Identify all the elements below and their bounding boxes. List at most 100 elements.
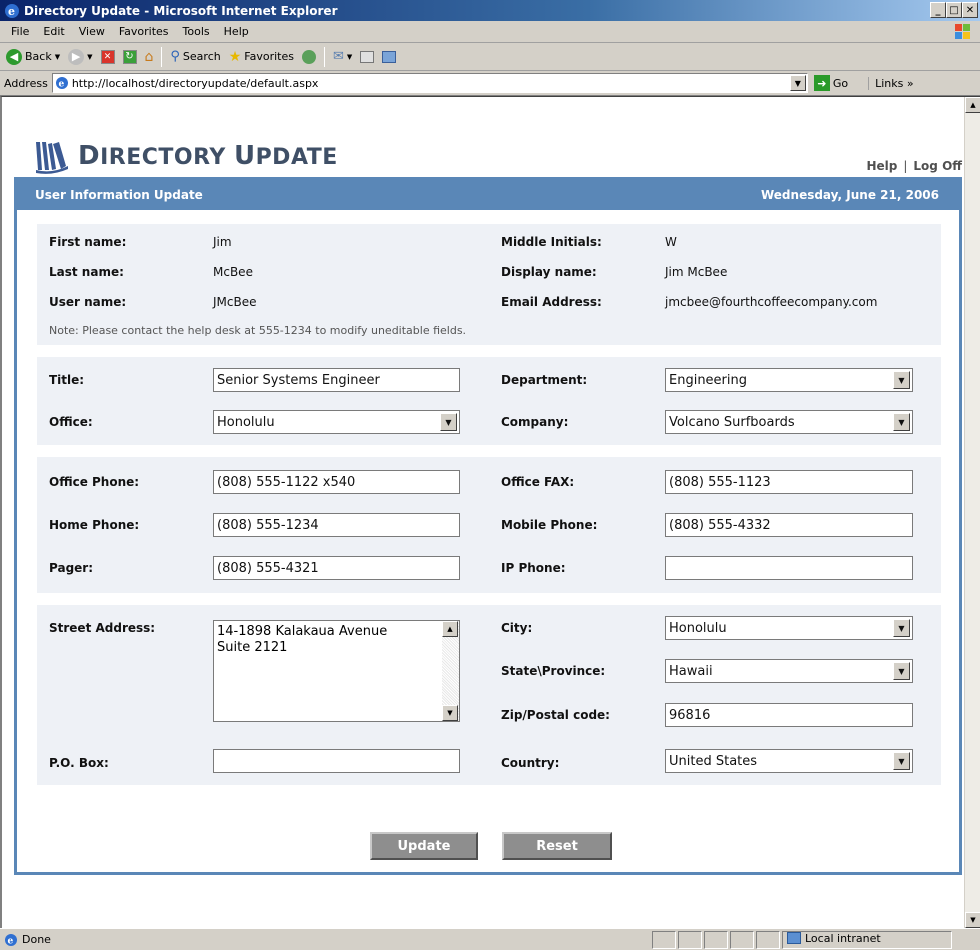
- mail-button[interactable]: ✉ ▼: [331, 49, 354, 64]
- svg-text:e: e: [8, 5, 15, 18]
- search-button[interactable]: ⚲ Search: [168, 49, 222, 64]
- scroll-down-icon[interactable]: ▼: [442, 705, 458, 721]
- link-separator: |: [903, 159, 908, 173]
- help-link[interactable]: Help: [866, 159, 897, 173]
- chevron-down-icon: ▼: [87, 52, 93, 61]
- back-arrow-icon: ◀: [6, 48, 22, 65]
- update-button[interactable]: Update: [370, 832, 478, 860]
- readonly-section: First name: Jim Middle Initials: W Last …: [37, 224, 941, 345]
- chevron-down-icon: ▼: [893, 752, 910, 770]
- state-select[interactable]: Hawaii ▼: [665, 659, 913, 683]
- street-address-textarea[interactable]: 14-1898 Kalakaua Avenue Suite 2121 ▲ ▼: [213, 620, 460, 722]
- country-label: Country:: [501, 756, 560, 770]
- ip-phone-input[interactable]: [665, 556, 913, 580]
- pager-input[interactable]: (808) 555-4321: [213, 556, 460, 580]
- refresh-button[interactable]: ↻: [121, 49, 139, 64]
- country-select[interactable]: United States ▼: [665, 749, 913, 773]
- links-button[interactable]: Links »: [868, 76, 914, 90]
- country-value: United States: [669, 753, 758, 769]
- company-select[interactable]: Volcano Surfboards ▼: [665, 410, 913, 434]
- state-value: Hawaii: [669, 663, 713, 679]
- chevron-down-icon: ▼: [893, 413, 910, 431]
- address-bar: Address e http://localhost/directoryupda…: [0, 71, 980, 96]
- scroll-up-icon[interactable]: ▲: [965, 97, 980, 113]
- menu-edit[interactable]: Edit: [36, 25, 71, 38]
- mobile-phone-input[interactable]: (808) 555-4332: [665, 513, 913, 537]
- address-dropdown-button[interactable]: ▼: [789, 75, 806, 91]
- zone-label: Local intranet: [805, 931, 881, 945]
- back-button[interactable]: ◀ Back ▼: [4, 48, 62, 65]
- minimize-button[interactable]: _: [930, 2, 946, 18]
- window-title: Directory Update - Microsoft Internet Ex…: [24, 3, 338, 18]
- email-value: jmcbee@fourthcoffeecompany.com: [665, 295, 878, 309]
- user-info-panel: User Information Update Wednesday, June …: [14, 177, 962, 875]
- vertical-scrollbar[interactable]: ▲ ▼: [964, 97, 980, 928]
- office-fax-input[interactable]: (808) 555-1123: [665, 470, 913, 494]
- scroll-up-icon[interactable]: ▲: [442, 621, 458, 637]
- edit-icon: [382, 50, 397, 63]
- print-button[interactable]: [358, 50, 376, 63]
- close-button[interactable]: ✕: [962, 2, 978, 18]
- office-fax-label: Office FAX:: [501, 475, 575, 489]
- books-logo-icon: [36, 142, 68, 174]
- status-text-area: e Done: [0, 933, 650, 947]
- street-line-1: 14-1898 Kalakaua Avenue: [217, 624, 388, 639]
- go-label: Go: [832, 76, 849, 90]
- menu-file[interactable]: File: [4, 25, 36, 38]
- first-name-label: First name:: [49, 235, 127, 249]
- logoff-link[interactable]: Log Off: [913, 159, 962, 173]
- go-button[interactable]: ➜ Go: [813, 75, 849, 91]
- forward-arrow-icon: ▶: [68, 48, 85, 65]
- zip-input[interactable]: 96816: [665, 703, 913, 727]
- office-select[interactable]: Honolulu ▼: [213, 410, 460, 434]
- textarea-scrollbar[interactable]: ▲ ▼: [442, 621, 459, 721]
- ip-phone-label: IP Phone:: [501, 561, 566, 575]
- scroll-down-icon[interactable]: ▼: [965, 912, 980, 928]
- go-arrow-icon: ➜: [813, 75, 830, 91]
- panel-title: User Information Update: [35, 188, 203, 202]
- help-note: Note: Please contact the help desk at 55…: [49, 324, 467, 337]
- phones-section: Office Phone: (808) 555-1122 x540 Office…: [37, 457, 941, 593]
- department-select[interactable]: Engineering ▼: [665, 368, 913, 392]
- title-label: Title:: [49, 373, 85, 387]
- address-input[interactable]: e http://localhost/directoryupdate/defau…: [51, 73, 808, 93]
- favorites-button[interactable]: ★ Favorites: [227, 49, 296, 65]
- home-phone-label: Home Phone:: [49, 518, 140, 532]
- user-name-value: JMcBee: [213, 295, 257, 309]
- panel-header: User Information Update Wednesday, June …: [17, 180, 959, 210]
- svg-text:e: e: [58, 80, 64, 90]
- forward-button[interactable]: ▶ ▼: [66, 48, 94, 65]
- office-value: Honolulu: [217, 414, 275, 430]
- svg-text:e: e: [8, 936, 14, 946]
- history-button[interactable]: [300, 49, 318, 64]
- org-section: Title: Senior Systems Engineer Departmen…: [37, 357, 941, 445]
- menu-bar: File Edit View Favorites Tools Help: [0, 21, 980, 43]
- security-zone: Local intranet: [783, 932, 951, 945]
- mail-icon: ✉: [332, 49, 344, 64]
- maximize-button[interactable]: □: [946, 2, 962, 18]
- city-select[interactable]: Honolulu ▼: [665, 616, 913, 640]
- middle-initials-value: W: [665, 235, 677, 249]
- company-label: Company:: [501, 415, 569, 429]
- home-button[interactable]: ⌂: [143, 49, 156, 65]
- menu-view[interactable]: View: [72, 25, 112, 38]
- menu-help[interactable]: Help: [217, 25, 256, 38]
- reset-button[interactable]: Reset: [502, 832, 612, 860]
- office-label: Office:: [49, 415, 93, 429]
- status-text: Done: [22, 933, 51, 946]
- menu-tools[interactable]: Tools: [176, 25, 217, 38]
- stop-button[interactable]: ✕: [99, 49, 117, 64]
- po-box-input[interactable]: [213, 749, 460, 773]
- company-value: Volcano Surfboards: [669, 414, 795, 430]
- refresh-icon: ↻: [122, 49, 137, 64]
- title-input[interactable]: Senior Systems Engineer: [213, 368, 460, 392]
- department-value: Engineering: [669, 372, 747, 388]
- menu-favorites[interactable]: Favorites: [112, 25, 176, 38]
- home-phone-input[interactable]: (808) 555-1234: [213, 513, 460, 537]
- city-label: City:: [501, 621, 533, 635]
- po-box-label: P.O. Box:: [49, 756, 109, 770]
- chevron-down-icon: ▼: [893, 619, 910, 637]
- office-phone-input[interactable]: (808) 555-1122 x540: [213, 470, 460, 494]
- chevron-down-icon: ▼: [346, 52, 353, 61]
- edit-button[interactable]: [380, 50, 398, 63]
